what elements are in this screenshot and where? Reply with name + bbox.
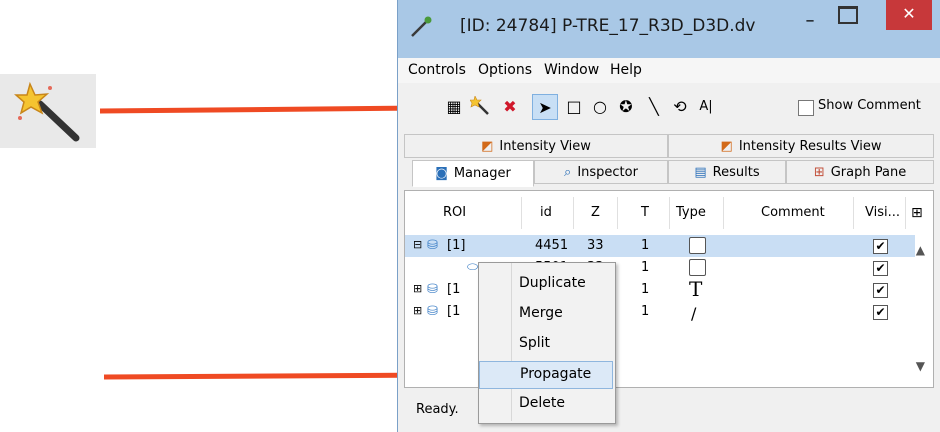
ellipse-roi-icon: ⬭ (467, 260, 479, 275)
magic-wand-tool-icon[interactable] (468, 94, 492, 118)
menu-bar: Controls Options Window Help (398, 58, 940, 83)
chart-icon: ◩ (481, 138, 494, 154)
minimize-button[interactable]: – (796, 10, 824, 32)
polygon-tool-icon[interactable]: ✪ (614, 94, 638, 118)
menu-item-propagate[interactable]: Propagate (479, 361, 613, 389)
delete-roi-icon[interactable]: ✖ (498, 94, 522, 118)
type-rectangle-icon (689, 259, 706, 276)
expand-icon[interactable]: ⊞ (413, 304, 422, 317)
col-visible[interactable]: Visi... (865, 205, 900, 220)
table-icon: ▤ (694, 164, 707, 180)
show-comment-label: Show Comment (818, 98, 921, 113)
manager-icon: ◙ (435, 166, 448, 181)
col-comment[interactable]: Comment (761, 205, 825, 220)
ellipse-tool-icon[interactable]: ○ (588, 94, 612, 118)
type-text-icon: T (689, 277, 703, 301)
menu-item-split[interactable]: Split (479, 331, 613, 357)
magnifier-icon: ⌕ (564, 164, 572, 180)
visible-checkbox[interactable]: ✔ (873, 261, 888, 276)
show-comment-checkbox[interactable] (798, 100, 814, 116)
col-type[interactable]: Type (676, 205, 706, 220)
menu-item-delete[interactable]: Delete (479, 391, 613, 417)
menu-controls[interactable]: Controls (408, 62, 466, 78)
tab-graph-pane[interactable]: ⊞ Graph Pane (786, 160, 934, 184)
tab-manager[interactable]: ◙ Manager (412, 160, 534, 187)
col-id[interactable]: id (540, 205, 552, 220)
table-row[interactable]: ⊟ ⛁ [1] 4451 33 1 ✔ (405, 235, 915, 257)
chart-icon: ◩ (720, 138, 733, 154)
col-t[interactable]: T (641, 205, 649, 220)
collapse-icon[interactable]: ⊟ (413, 238, 422, 251)
column-chooser-icon[interactable]: ⊞ (911, 205, 923, 221)
polyline-tool-icon[interactable]: ⟲ (668, 94, 692, 118)
type-rectangle-icon (689, 237, 706, 254)
toolbar: ▦ ✖ ➤ □ ○ ✪ ╲ ⟲ A| Show Comment (398, 86, 940, 126)
menu-item-duplicate[interactable]: Duplicate (479, 271, 613, 297)
visible-checkbox[interactable]: ✔ (873, 239, 888, 254)
tab-inspector[interactable]: ⌕ Inspector (534, 160, 668, 184)
graph-icon: ⊞ (813, 164, 825, 180)
table-header: ROI id Z T Type Comment Visi... ⊞ (405, 191, 933, 233)
type-line-icon: / (691, 304, 697, 323)
text-tool-icon[interactable]: A| (694, 94, 718, 118)
menu-help[interactable]: Help (610, 62, 642, 78)
tab-row-top: ◩ Intensity View ◩ Intensity Results Vie… (404, 134, 934, 158)
scroll-down-icon[interactable]: ▼ (916, 359, 925, 373)
visible-checkbox[interactable]: ✔ (873, 283, 888, 298)
toolbar-grid-icon[interactable]: ▦ (442, 94, 466, 118)
pointer-tool-icon[interactable]: ➤ (532, 94, 558, 120)
visible-checkbox[interactable]: ✔ (873, 305, 888, 320)
maximize-button[interactable] (838, 6, 858, 24)
menu-window[interactable]: Window (544, 62, 599, 78)
col-roi[interactable]: ROI (443, 205, 466, 220)
status-text: Ready. (416, 402, 459, 417)
menu-item-merge[interactable]: Merge (479, 301, 613, 327)
col-z[interactable]: Z (591, 205, 600, 220)
expand-icon[interactable]: ⊞ (413, 282, 422, 295)
menu-options[interactable]: Options (478, 62, 532, 78)
tab-intensity-view[interactable]: ◩ Intensity View (404, 134, 668, 158)
magic-wand-callout (0, 74, 96, 148)
close-button[interactable]: ✕ (886, 0, 932, 30)
database-icon: ⛁ (427, 304, 438, 319)
context-menu: Duplicate Merge Split Propagate Delete (478, 262, 616, 424)
tab-row-bottom: ◙ Manager ⌕ Inspector ▤ Results ⊞ Graph … (404, 160, 934, 187)
window-title: [ID: 24784] P-TRE_17_R3D_D3D.dv (460, 16, 756, 36)
pipette-icon (411, 16, 432, 37)
rectangle-tool-icon[interactable]: □ (562, 94, 586, 118)
database-icon: ⛁ (427, 282, 438, 297)
title-bar: [ID: 24784] P-TRE_17_R3D_D3D.dv – ✕ (398, 0, 940, 58)
magic-wand-icon (14, 82, 80, 142)
database-icon: ⛁ (427, 238, 438, 253)
tab-intensity-results-view[interactable]: ◩ Intensity Results View (668, 134, 934, 158)
line-tool-icon[interactable]: ╲ (642, 94, 666, 118)
scroll-up-icon[interactable]: ▲ (916, 243, 925, 257)
tab-results[interactable]: ▤ Results (668, 160, 786, 184)
